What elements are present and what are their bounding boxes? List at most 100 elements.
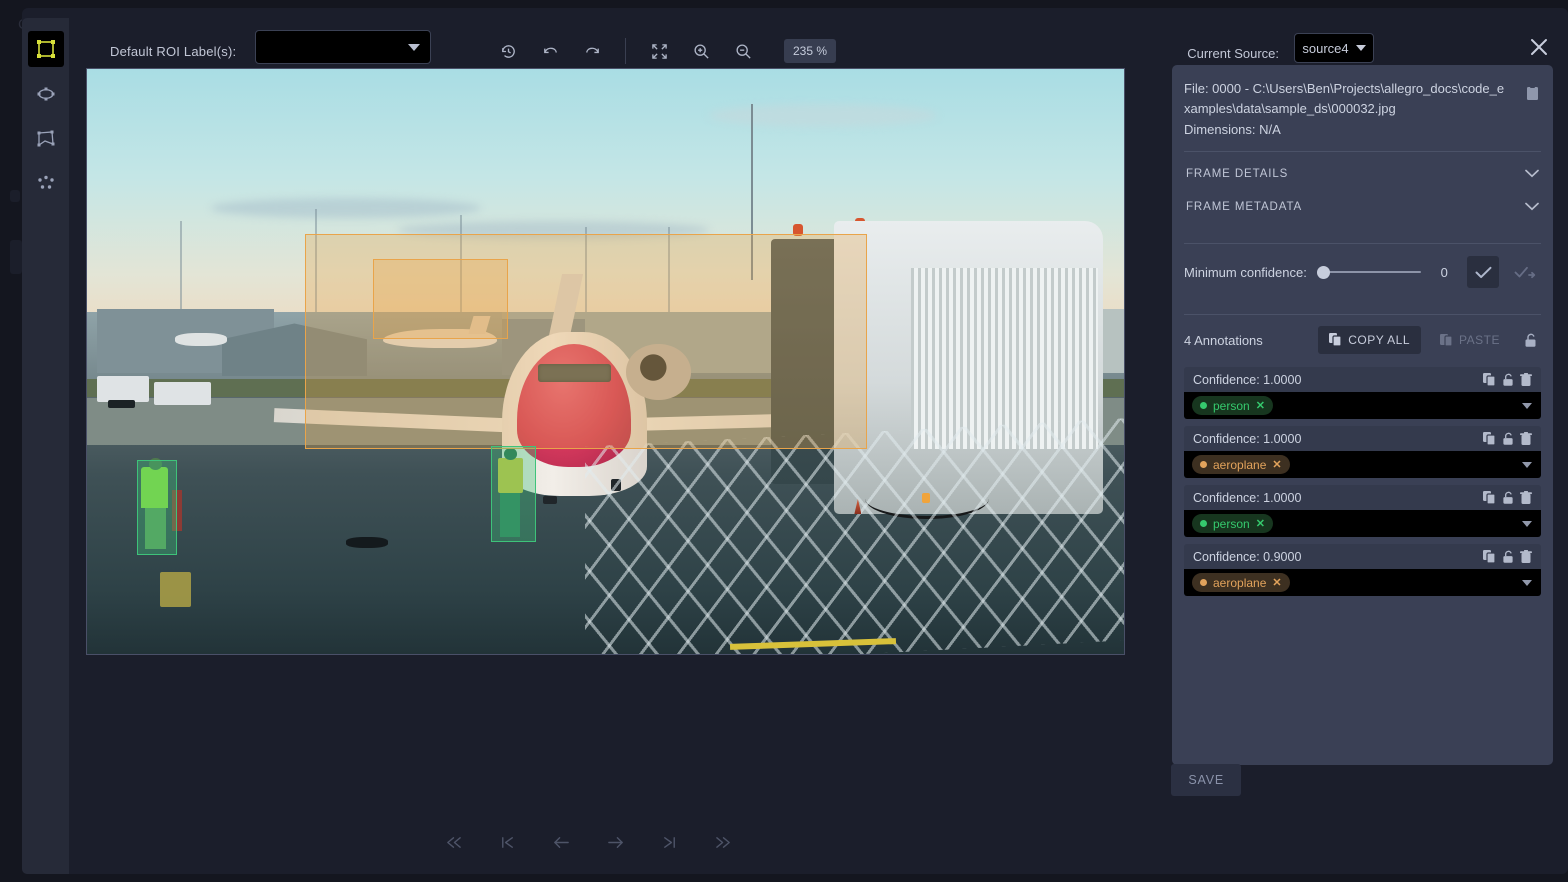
- trash-icon: [1520, 373, 1532, 387]
- annotation-count: 4 Annotations: [1184, 333, 1310, 348]
- close-button[interactable]: [1522, 30, 1556, 64]
- paste-button[interactable]: PASTE: [1429, 326, 1511, 354]
- lock-all-button[interactable]: [1519, 328, 1541, 352]
- roi-label: Default ROI Label(s):: [110, 44, 236, 59]
- unlock-icon: [1502, 373, 1514, 387]
- frame-details-accordion[interactable]: FRAME DETAILS: [1184, 152, 1541, 196]
- person2-hi-vis: [498, 458, 523, 493]
- label-color-dot: [1200, 520, 1207, 527]
- person2-head: [504, 448, 517, 460]
- fit-screen-icon[interactable]: [644, 36, 674, 66]
- rectangle-icon: [36, 39, 56, 59]
- rectangle-tool[interactable]: [28, 31, 64, 67]
- keypoints-icon: [36, 174, 56, 194]
- annotation-label-select[interactable]: person ✕: [1184, 392, 1541, 419]
- copy-all-label: COPY ALL: [1348, 333, 1410, 347]
- bridge-lamp: [793, 224, 803, 236]
- lock-annotation-button[interactable]: [1502, 373, 1514, 387]
- copy-icon: [1483, 550, 1496, 564]
- annotation-confidence-bar: Confidence: 1.0000: [1184, 367, 1541, 392]
- apron-hatch-markings: [585, 417, 1125, 655]
- annotation-chip: person ✕: [1192, 396, 1273, 415]
- delete-annotation-button[interactable]: [1520, 373, 1532, 387]
- prev-frame-icon[interactable]: [494, 828, 522, 856]
- toolbar: Default ROI Label(s):: [69, 8, 1568, 70]
- copy-path-button[interactable]: [1526, 85, 1539, 106]
- apply-confidence-all-button[interactable]: [1509, 256, 1541, 288]
- chevron-down-icon: [1522, 580, 1532, 586]
- apply-confidence-button[interactable]: [1467, 256, 1499, 288]
- chevron-down-icon: [1525, 198, 1539, 216]
- annotation-label-select[interactable]: aeroplane ✕: [1184, 451, 1541, 478]
- annotation-confidence-bar: Confidence: 1.0000: [1184, 426, 1541, 451]
- keypoints-tool[interactable]: [28, 166, 64, 202]
- delete-annotation-button[interactable]: [1520, 432, 1532, 446]
- annotation-confidence-bar: Confidence: 1.0000: [1184, 485, 1541, 510]
- remove-label-icon[interactable]: ✕: [1272, 576, 1281, 589]
- file-info: File: 0000 - C:\Users\Ben\Projects\alleg…: [1184, 79, 1541, 137]
- current-source-select[interactable]: source4: [1294, 33, 1374, 63]
- next-frame-icon[interactable]: [656, 828, 684, 856]
- history-icon[interactable]: [493, 36, 523, 66]
- annotation-row-actions: [1483, 373, 1532, 387]
- annotation-item: Confidence: 1.0000 person ✕: [1184, 367, 1541, 419]
- polygon-icon: [36, 129, 56, 149]
- annotation-label-select[interactable]: person ✕: [1184, 510, 1541, 537]
- clipboard-icon: [1526, 85, 1539, 101]
- copy-annotation-button[interactable]: [1483, 491, 1496, 505]
- trash-icon: [1520, 432, 1532, 446]
- unlock-icon: [1502, 550, 1514, 564]
- lock-annotation-button[interactable]: [1502, 491, 1514, 505]
- zoom-out-icon[interactable]: [728, 36, 758, 66]
- remove-label-icon[interactable]: ✕: [1272, 458, 1281, 471]
- annotation-confidence: Confidence: 1.0000: [1193, 432, 1483, 446]
- remove-label-icon[interactable]: ✕: [1256, 517, 1265, 530]
- lock-annotation-button[interactable]: [1502, 550, 1514, 564]
- cone-small: [172, 490, 182, 531]
- delete-annotation-button[interactable]: [1520, 491, 1532, 505]
- undo-icon[interactable]: [535, 36, 565, 66]
- frame-navigation: [69, 828, 1108, 856]
- details-panel: File: 0000 - C:\Users\Ben\Projects\alleg…: [1172, 65, 1553, 765]
- remove-label-icon[interactable]: ✕: [1256, 399, 1265, 412]
- ground-debris: [346, 537, 387, 548]
- copy-annotation-button[interactable]: [1483, 373, 1496, 387]
- ellipse-tool[interactable]: [28, 76, 64, 112]
- next-icon[interactable]: [602, 828, 630, 856]
- prev-icon[interactable]: [548, 828, 576, 856]
- image-canvas[interactable]: [86, 68, 1125, 655]
- redo-icon[interactable]: [577, 36, 607, 66]
- plane-cockpit: [538, 364, 611, 382]
- save-button[interactable]: SAVE: [1171, 764, 1241, 796]
- frame-metadata-accordion[interactable]: FRAME METADATA: [1184, 196, 1541, 229]
- annotation-confidence-bar: Confidence: 0.9000: [1184, 544, 1541, 569]
- polygon-tool[interactable]: [28, 121, 64, 157]
- minimum-confidence-slider[interactable]: [1317, 264, 1421, 280]
- copy-annotation-button[interactable]: [1483, 550, 1496, 564]
- slider-knob[interactable]: [1317, 266, 1330, 279]
- annotation-chip: aeroplane ✕: [1192, 455, 1290, 474]
- app-root: Cl: [0, 0, 1568, 882]
- skip-last-icon[interactable]: [710, 828, 738, 856]
- toolbar-divider: [625, 38, 626, 64]
- annotation-row-actions: [1483, 550, 1532, 564]
- zoom-in-icon[interactable]: [686, 36, 716, 66]
- skip-first-icon[interactable]: [440, 828, 468, 856]
- check-arrow-icon: [1514, 266, 1536, 279]
- current-source-value: source4: [1302, 41, 1348, 56]
- person-head: [149, 458, 161, 470]
- annotations-header: 4 Annotations COPY ALL PASTE: [1184, 315, 1541, 365]
- copy-annotation-button[interactable]: [1483, 432, 1496, 446]
- close-icon: [1528, 36, 1550, 58]
- delete-annotation-button[interactable]: [1520, 550, 1532, 564]
- roi-select[interactable]: [255, 30, 431, 64]
- copy-all-button[interactable]: COPY ALL: [1318, 326, 1421, 354]
- annotation-label-select[interactable]: aeroplane ✕: [1184, 569, 1541, 596]
- lock-annotation-button[interactable]: [1502, 432, 1514, 446]
- annotation-row-actions: [1483, 432, 1532, 446]
- annotation-label: person: [1213, 517, 1250, 531]
- vehicle-shadow: [108, 400, 135, 408]
- annotation-label: aeroplane: [1213, 576, 1266, 590]
- paste-label: PASTE: [1459, 333, 1500, 347]
- chevron-down-icon: [1356, 45, 1366, 51]
